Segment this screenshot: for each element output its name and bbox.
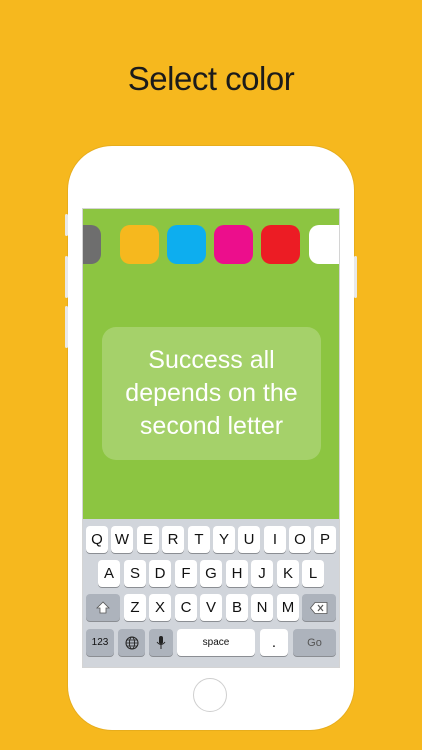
quote-card: Success all depends on the second letter — [102, 327, 321, 460]
globe-key[interactable] — [118, 629, 145, 656]
page-title: Select color — [127, 60, 295, 97]
key-p[interactable]: P — [314, 526, 336, 553]
key-d[interactable]: D — [149, 560, 171, 587]
key-v[interactable]: V — [200, 594, 222, 621]
shift-arrow-icon — [96, 600, 110, 613]
go-key[interactable]: Go — [293, 629, 336, 656]
key-l[interactable]: L — [302, 560, 324, 587]
app-screen: Success all depends on the second letter… — [82, 208, 340, 668]
keyboard: Q W E R T Y U I O P A S D F G H J K L Z … — [83, 519, 339, 667]
globe-icon — [125, 636, 138, 649]
quote-text: Success all depends on the second letter — [125, 346, 298, 440]
key-b[interactable]: B — [226, 594, 248, 621]
key-w[interactable]: W — [111, 526, 133, 553]
key-a[interactable]: A — [98, 560, 120, 587]
key-i[interactable]: I — [264, 526, 286, 553]
key-o[interactable]: O — [289, 526, 311, 553]
key-y[interactable]: Y — [213, 526, 235, 553]
color-swatch-orange[interactable] — [120, 225, 159, 264]
key-x[interactable]: X — [149, 594, 171, 621]
delete-key[interactable] — [302, 594, 336, 621]
key-c[interactable]: C — [175, 594, 197, 621]
key-z[interactable]: Z — [124, 594, 146, 621]
volume-down-button — [65, 306, 68, 348]
key-r[interactable]: R — [162, 526, 184, 553]
color-swatch-red[interactable] — [261, 225, 300, 264]
home-button[interactable] — [193, 678, 227, 712]
color-swatch-gray[interactable] — [83, 225, 101, 264]
power-button — [354, 256, 357, 298]
period-key[interactable]: . — [260, 629, 288, 656]
backspace-icon — [310, 601, 328, 614]
dictation-key[interactable] — [149, 629, 173, 656]
key-e[interactable]: E — [137, 526, 159, 553]
key-t[interactable]: T — [188, 526, 210, 553]
key-s[interactable]: S — [124, 560, 146, 587]
key-f[interactable]: F — [175, 560, 197, 587]
microphone-icon — [156, 636, 166, 649]
color-swatch-bar — [83, 225, 339, 265]
key-k[interactable]: K — [277, 560, 299, 587]
phone-frame: Success all depends on the second letter… — [65, 146, 357, 730]
volume-up-button — [65, 256, 68, 298]
shift-key[interactable] — [86, 594, 120, 621]
key-n[interactable]: N — [251, 594, 273, 621]
key-g[interactable]: G — [200, 560, 222, 587]
key-j[interactable]: J — [251, 560, 273, 587]
key-u[interactable]: U — [238, 526, 260, 553]
key-m[interactable]: M — [277, 594, 299, 621]
color-swatch-white[interactable] — [309, 225, 339, 264]
color-swatch-magenta[interactable] — [214, 225, 253, 264]
color-swatch-blue[interactable] — [167, 225, 206, 264]
mute-switch — [65, 214, 68, 236]
key-h[interactable]: H — [226, 560, 248, 587]
numbers-key[interactable]: 123 — [86, 629, 114, 656]
space-key[interactable]: space — [177, 629, 255, 656]
key-q[interactable]: Q — [86, 526, 108, 553]
